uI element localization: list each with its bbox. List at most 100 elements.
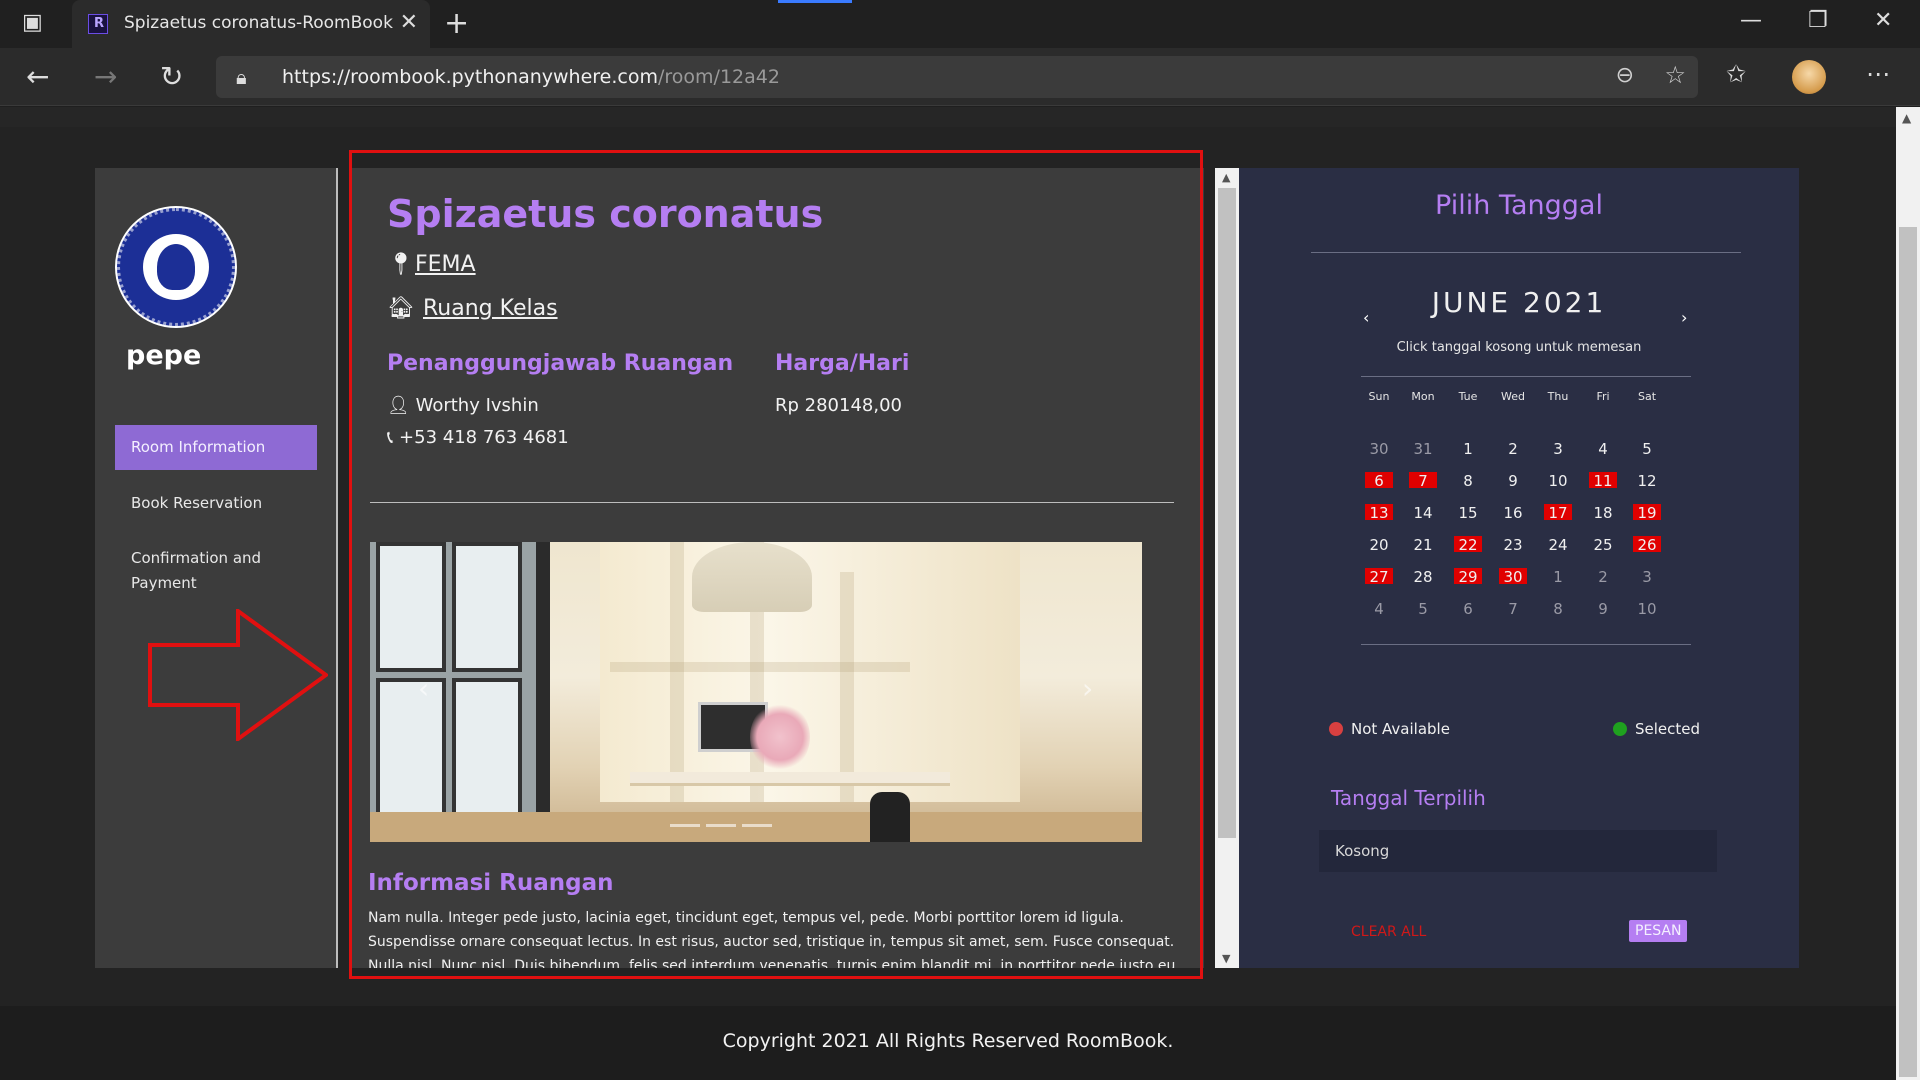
calendar-day[interactable]: 7 <box>1409 472 1437 490</box>
calendar-day[interactable]: 3 <box>1544 440 1572 458</box>
calendar-day[interactable]: 24 <box>1544 536 1572 554</box>
calendar-day[interactable]: 2 <box>1589 568 1617 586</box>
address-bar[interactable]: 🔒︎ https://roombook.pythonanywhere.com/r… <box>216 56 1698 98</box>
detail-scrollbar[interactable]: ▲ ▼ <box>1215 168 1239 968</box>
page-scrollbar[interactable]: ▲ <box>1896 107 1920 1080</box>
calendar-day[interactable]: 13 <box>1365 504 1393 522</box>
close-window-icon[interactable]: ✕ <box>1874 8 1892 33</box>
calendar-day[interactable]: 5 <box>1409 600 1437 618</box>
scroll-down-icon[interactable]: ▼ <box>1222 952 1230 965</box>
user-name: pepe <box>126 340 202 371</box>
calendar-day[interactable]: 11 <box>1589 472 1617 490</box>
calendar-day[interactable]: 6 <box>1454 600 1482 618</box>
calendar-hint: Click tanggal kosong untuk memesan <box>1396 340 1642 355</box>
calendar-day[interactable]: 14 <box>1409 504 1437 522</box>
minimize-icon[interactable]: — <box>1740 8 1762 33</box>
calendar-month: JUNE 2021 <box>1431 286 1607 319</box>
calendar-title: Pilih Tanggal <box>1435 190 1603 221</box>
tab-title: Spizaetus coronatus-RoomBook <box>124 13 393 33</box>
page-scrollbar-thumb[interactable] <box>1899 227 1917 1077</box>
copyright-text: Copyright 2021 All Rights Reserved RoomB… <box>722 1030 1174 1052</box>
calendar-day[interactable]: 31 <box>1409 440 1437 458</box>
calendar-day[interactable]: 8 <box>1544 600 1572 618</box>
calendar-day[interactable]: 10 <box>1633 600 1661 618</box>
page-top-strip <box>0 107 1896 127</box>
calendar-day[interactable]: 8 <box>1454 472 1482 490</box>
sidebar: pepe Room Information Book Reservation C… <box>95 168 338 968</box>
favorites-icon[interactable]: ✩ <box>1726 60 1746 88</box>
calendar-day[interactable]: 19 <box>1633 504 1661 522</box>
calendar-day[interactable]: 28 <box>1409 568 1437 586</box>
scroll-up-icon[interactable]: ▲ <box>1222 171 1230 184</box>
legend-not-available: Not Available <box>1329 720 1450 738</box>
roombook-favicon-icon <box>88 14 108 34</box>
calendar-day[interactable]: 15 <box>1454 504 1482 522</box>
close-tab-icon[interactable]: ✕ <box>400 10 418 35</box>
new-tab-icon[interactable]: + <box>444 6 469 41</box>
page-footer: Copyright 2021 All Rights Reserved RoomB… <box>0 1006 1896 1080</box>
calendar-day[interactable]: 18 <box>1589 504 1617 522</box>
forward-icon[interactable]: → <box>94 60 117 93</box>
calendar-day[interactable]: 21 <box>1409 536 1437 554</box>
back-icon[interactable]: ← <box>26 60 49 93</box>
weekday-label: Thu <box>1547 390 1569 403</box>
sidebar-item-confirmation-payment[interactable]: Confirmation and Payment <box>115 536 285 606</box>
weekday-label: Mon <box>1411 390 1435 403</box>
address-toolbar: ← → ↻ 🔒︎ https://roombook.pythonanywhere… <box>0 48 1920 106</box>
clear-all-button[interactable]: CLEAR ALL <box>1351 924 1426 940</box>
sidebar-item-book-reservation[interactable]: Book Reservation <box>115 481 317 526</box>
calendar-day[interactable]: 10 <box>1544 472 1572 490</box>
calendar-day[interactable]: 4 <box>1365 600 1393 618</box>
calendar-day[interactable]: 27 <box>1365 568 1393 586</box>
tab-actions-icon[interactable]: ▣ <box>22 10 43 35</box>
calendar-day[interactable]: 5 <box>1633 440 1661 458</box>
calendar-day[interactable]: 3 <box>1633 568 1661 586</box>
calendar-day[interactable]: 30 <box>1365 440 1393 458</box>
calendar-panel: Pilih Tanggal ‹ JUNE 2021 › Click tangga… <box>1239 168 1799 968</box>
lock-icon[interactable]: 🔒︎ <box>236 65 247 89</box>
loading-indicator <box>778 0 852 3</box>
calendar-day[interactable]: 22 <box>1454 536 1482 554</box>
weekday-label: Tue <box>1458 390 1478 403</box>
calendar-day[interactable]: 17 <box>1544 504 1572 522</box>
calendar-day[interactable]: 1 <box>1454 440 1482 458</box>
ipb-logo <box>115 206 237 328</box>
weekday-label: Wed <box>1501 390 1525 403</box>
zoom-icon[interactable]: ⊖ <box>1616 63 1634 88</box>
calendar-day[interactable]: 25 <box>1589 536 1617 554</box>
calendar-day[interactable]: 1 <box>1544 568 1572 586</box>
calendar-day[interactable]: 29 <box>1454 568 1482 586</box>
calendar-day[interactable]: 7 <box>1499 600 1527 618</box>
calendar-day[interactable]: 30 <box>1499 568 1527 586</box>
refresh-icon[interactable]: ↻ <box>160 60 183 93</box>
calendar-day[interactable]: 23 <box>1499 536 1527 554</box>
legend-selected: Selected <box>1613 720 1700 738</box>
annotation-arrow-icon <box>148 609 328 741</box>
calendar-divider <box>1361 376 1691 377</box>
calendar-day[interactable]: 4 <box>1589 440 1617 458</box>
add-favorite-icon[interactable]: ☆ <box>1664 61 1686 89</box>
calendar-day[interactable]: 9 <box>1589 600 1617 618</box>
url-text[interactable]: https://roombook.pythonanywhere.com/room… <box>282 66 780 88</box>
selected-dates-heading: Tanggal Terpilih <box>1331 786 1486 810</box>
scroll-up-icon[interactable]: ▲ <box>1902 111 1911 125</box>
calendar-day[interactable]: 16 <box>1499 504 1527 522</box>
green-dot-icon <box>1613 722 1627 736</box>
restore-icon[interactable]: ❐ <box>1808 8 1828 33</box>
profile-avatar[interactable] <box>1792 60 1826 94</box>
calendar-day[interactable]: 20 <box>1365 536 1393 554</box>
calendar-day[interactable]: 2 <box>1499 440 1527 458</box>
weekday-label: Fri <box>1596 390 1610 403</box>
next-month-icon[interactable]: › <box>1681 308 1687 327</box>
selected-dates-field[interactable]: Kosong <box>1319 830 1717 872</box>
detail-scrollbar-thumb[interactable] <box>1218 188 1236 838</box>
calendar-day[interactable]: 26 <box>1633 536 1661 554</box>
sidebar-item-room-information[interactable]: Room Information <box>115 425 317 470</box>
calendar-day[interactable]: 9 <box>1499 472 1527 490</box>
red-dot-icon <box>1329 722 1343 736</box>
browser-tab[interactable]: Spizaetus coronatus-RoomBook ✕ <box>72 0 430 48</box>
calendar-day[interactable]: 6 <box>1365 472 1393 490</box>
pesan-button[interactable]: PESAN <box>1629 920 1688 942</box>
more-menu-icon[interactable]: ⋯ <box>1866 60 1890 88</box>
calendar-day[interactable]: 12 <box>1633 472 1661 490</box>
